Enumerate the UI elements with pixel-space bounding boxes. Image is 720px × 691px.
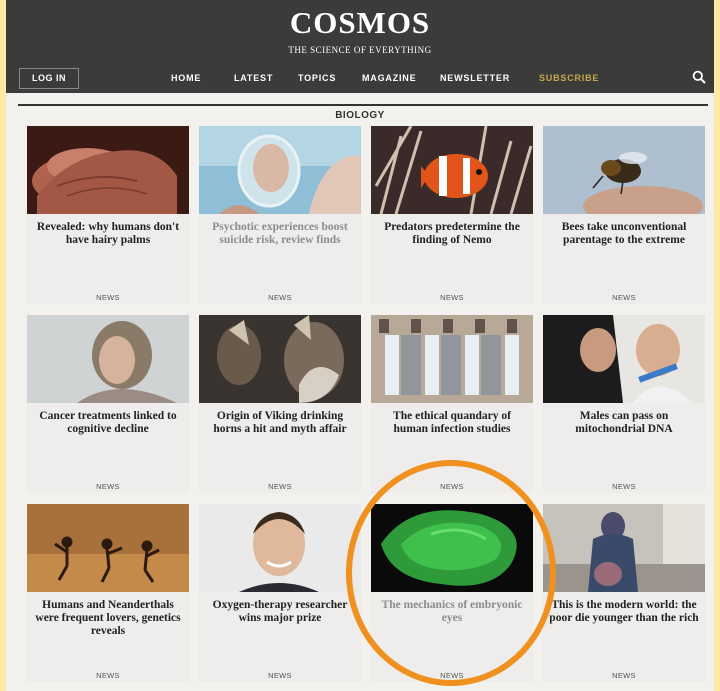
article-title[interactable]: This is the modern world: the poor die y…: [547, 599, 701, 625]
article-title[interactable]: Revealed: why humans don't have hairy pa…: [31, 221, 185, 247]
article-card[interactable]: This is the modern world: the poor die y…: [543, 504, 705, 682]
article-title[interactable]: Origin of Viking drinking horns a hit an…: [203, 410, 357, 436]
site-logo[interactable]: COSMOS: [6, 6, 714, 40]
article-title[interactable]: Bees take unconventional parentage to th…: [547, 221, 701, 247]
woman-portrait-image: [27, 315, 189, 403]
article-title[interactable]: The ethical quandary of human infection …: [375, 410, 529, 436]
article-title[interactable]: Humans and Neanderthals were frequent lo…: [31, 599, 185, 638]
nav-newsletter[interactable]: NEWSLETTER: [440, 73, 510, 87]
section-divider: [18, 104, 708, 106]
article-tag[interactable]: NEWS: [543, 293, 705, 302]
article-card[interactable]: Origin of Viking drinking horns a hit an…: [199, 315, 361, 493]
article-title[interactable]: Cancer treatments linked to cognitive de…: [31, 410, 185, 436]
article-tag[interactable]: NEWS: [199, 671, 361, 680]
article-tag[interactable]: NEWS: [27, 482, 189, 491]
beggar-image: [543, 504, 705, 592]
article-card[interactable]: The mechanics of embryonic eyes NEWS: [371, 504, 533, 682]
article-tag[interactable]: NEWS: [371, 293, 533, 302]
article-card[interactable]: Males can pass on mitochondrial DNA NEWS: [543, 315, 705, 493]
article-tag[interactable]: NEWS: [543, 671, 705, 680]
article-tag[interactable]: NEWS: [199, 482, 361, 491]
green-eye-cup-image: [371, 504, 533, 592]
article-card[interactable]: The ethical quandary of human infection …: [371, 315, 533, 493]
article-title[interactable]: Predators predetermine the finding of Ne…: [375, 221, 529, 247]
article-card[interactable]: Cancer treatments linked to cognitive de…: [27, 315, 189, 493]
nav-latest[interactable]: LATEST: [234, 73, 273, 87]
bee-image: [543, 126, 705, 214]
vikings-image: [199, 315, 361, 403]
article-tag[interactable]: NEWS: [27, 293, 189, 302]
article-tag[interactable]: NEWS: [199, 293, 361, 302]
site-tagline: THE SCIENCE OF EVERYTHING: [288, 45, 432, 55]
article-title[interactable]: Psychotic experiences boost suicide risk…: [203, 221, 357, 247]
nav-home[interactable]: HOME: [171, 73, 201, 87]
article-title[interactable]: The mechanics of embryonic eyes: [375, 599, 529, 625]
site-header: COSMOS THE SCIENCE OF EVERYTHING LOG IN …: [6, 0, 714, 93]
nav-topics[interactable]: TOPICS: [298, 73, 336, 87]
article-card[interactable]: Bees take unconventional parentage to th…: [543, 126, 705, 304]
hand-palm-image: [27, 126, 189, 214]
article-tag[interactable]: NEWS: [27, 671, 189, 680]
nav-subscribe[interactable]: SUBSCRIBE: [539, 73, 599, 87]
article-card[interactable]: Oxygen-therapy researcher wins major pri…: [199, 504, 361, 682]
article-title[interactable]: Males can pass on mitochondrial DNA: [547, 410, 701, 436]
article-card[interactable]: Humans and Neanderthals were frequent lo…: [27, 504, 189, 682]
article-card[interactable]: Revealed: why humans don't have hairy pa…: [27, 126, 189, 304]
dancers-image: [27, 504, 189, 592]
test-tubes-image: [371, 315, 533, 403]
mother-child-image: [543, 315, 705, 403]
nav-magazine[interactable]: MAGAZINE: [362, 73, 416, 87]
section-title[interactable]: BIOLOGY: [6, 110, 714, 121]
search-icon[interactable]: [692, 70, 706, 84]
article-tag[interactable]: NEWS: [371, 482, 533, 491]
login-button[interactable]: LOG IN: [19, 68, 79, 89]
article-card[interactable]: Predators predetermine the finding of Ne…: [371, 126, 533, 304]
article-tag[interactable]: NEWS: [543, 482, 705, 491]
article-card[interactable]: Psychotic experiences boost suicide risk…: [199, 126, 361, 304]
mirror-face-image: [199, 126, 361, 214]
man-portrait-image: [199, 504, 361, 592]
page: COSMOS THE SCIENCE OF EVERYTHING LOG IN …: [6, 0, 714, 691]
clownfish-image: [371, 126, 533, 214]
article-tag[interactable]: NEWS: [371, 671, 533, 680]
article-title[interactable]: Oxygen-therapy researcher wins major pri…: [203, 599, 357, 625]
